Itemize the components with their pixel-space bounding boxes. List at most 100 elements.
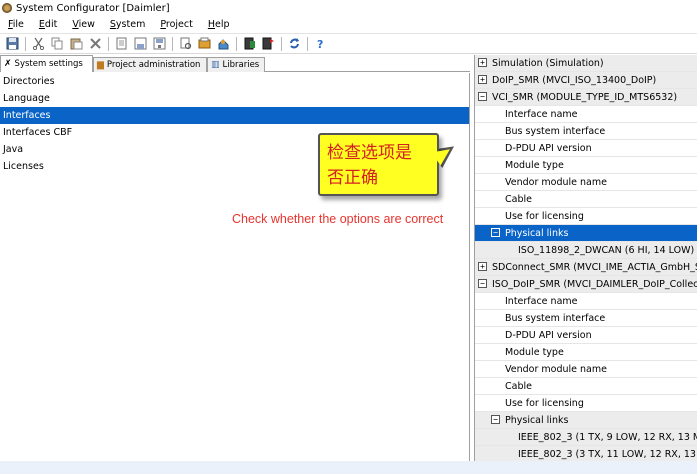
collapse-icon[interactable]: −	[478, 279, 487, 288]
toolbar-separator	[281, 36, 282, 51]
window-title: System Configurator [Daimler]	[16, 2, 170, 14]
menu-label-rest: roject	[165, 18, 193, 30]
tree-row-label: Module type	[505, 347, 564, 358]
callout-box: 检查选项是 否正确	[318, 133, 439, 196]
svg-text:?: ?	[317, 38, 323, 50]
callout-line-2: 否正确	[327, 168, 378, 188]
tree-prop-row[interactable]: Use for licensing	[475, 395, 697, 412]
tree-row-label: Cable	[505, 194, 532, 205]
menu-project[interactable]: Project	[152, 19, 200, 30]
tree-row-label: Use for licensing	[505, 398, 584, 409]
tree-prop-row[interactable]: Module type	[475, 157, 697, 174]
toolbar-separator	[236, 36, 237, 51]
tree-group-row[interactable]: + Simulation (Simulation)	[475, 55, 697, 72]
menu-label-rest: elp	[215, 18, 230, 30]
paste-icon[interactable]	[68, 36, 84, 52]
new-document-icon[interactable]	[113, 36, 129, 52]
collapse-icon[interactable]: −	[491, 228, 500, 237]
tree-row-label: Use for licensing	[505, 211, 584, 222]
tree-prop-row[interactable]: Interface name	[475, 293, 697, 310]
import-icon[interactable]	[215, 36, 231, 52]
tree-row-label: IEEE_802_3 (3 TX, 11 LOW, 12 RX, 13 MIN)	[518, 449, 697, 460]
tree-row-label: ISO_DoIP_SMR (MVCI_DAIMLER_DoIP_Collecti…	[492, 279, 697, 290]
export-icon[interactable]	[196, 36, 212, 52]
app-gear-icon	[2, 3, 12, 13]
system-settings-list: Directories Language Interfaces Interfaces …	[0, 73, 470, 461]
title-bar: System Configurator [Daimler]	[0, 0, 697, 16]
briefcase-icon: ▆	[97, 60, 104, 70]
tree-value-row[interactable]: IEEE_802_3 (1 TX, 9 LOW, 12 RX, 13 MIN)	[475, 429, 697, 446]
tree-row-label: Vendor module name	[505, 177, 607, 188]
toolbar-separator	[25, 36, 26, 51]
tree-prop-row[interactable]: Bus system interface	[475, 123, 697, 140]
tree-row-label: D-PDU API version	[505, 143, 592, 154]
tree-group-row[interactable]: + SDConnect_SMR (MVCI_IME_ACTIA_GmbH_SDCo…	[475, 259, 697, 276]
tree-group-row[interactable]: −ISO_DoIP_SMR (MVCI_DAIMLER_DoIP_Collect…	[475, 276, 697, 293]
copy-icon[interactable]	[49, 36, 65, 52]
tree-row-label: Interface name	[505, 109, 578, 120]
tree-group-row[interactable]: + DoIP_SMR (MVCI_ISO_13400_DoIP)	[475, 72, 697, 89]
tree-prop-row[interactable]: Bus system interface	[475, 310, 697, 327]
tree-row-label: Physical links	[505, 415, 569, 426]
tab-system-settings[interactable]: ✗ System settings	[0, 55, 93, 72]
tree-row-label: ISO_11898_2_DWCAN (6 HI, 14 LOW)	[518, 245, 695, 256]
settings-item-language[interactable]: Language	[0, 90, 469, 107]
menu-help[interactable]: Help	[200, 19, 237, 30]
interfaces-tree: + Simulation (Simulation) + DoIP_SMR (MVCI_…	[474, 55, 697, 461]
tab-project-administration[interactable]: ▆ Project administration	[93, 57, 207, 72]
toolbar: ?	[0, 33, 697, 54]
tree-prop-row[interactable]: Module type	[475, 344, 697, 361]
tree-prop-row[interactable]: D-PDU API version	[475, 140, 697, 157]
callout-line-1: 检查选项是	[327, 143, 412, 163]
tree-prop-row[interactable]: Cable	[475, 378, 697, 395]
tree-prop-row[interactable]: Vendor module name	[475, 174, 697, 191]
tree-row-label: SDConnect_SMR (MVCI_IME_ACTIA_GmbH_SDCon…	[492, 262, 697, 273]
settings-item-directories[interactable]: Directories	[0, 73, 469, 90]
menu-system[interactable]: System	[102, 19, 152, 30]
tree-subgroup-row[interactable]: − Physical links	[475, 412, 697, 429]
red-flag-icon[interactable]	[260, 36, 276, 52]
tree-prop-row[interactable]: Use for licensing	[475, 208, 697, 225]
tree-value-row[interactable]: IEEE_802_3 (3 TX, 11 LOW, 12 RX, 13 MIN)	[475, 446, 697, 461]
expand-icon[interactable]: +	[478, 58, 487, 67]
cut-icon[interactable]	[30, 36, 46, 52]
collapse-icon[interactable]: −	[491, 415, 500, 424]
expand-icon[interactable]: +	[478, 262, 487, 271]
menu-file[interactable]: File	[0, 19, 31, 30]
save-document-icon[interactable]	[132, 36, 148, 52]
tree-group-row[interactable]: − VCI_SMR (MODULE_TYPE_ID_MTS6532)	[475, 89, 697, 106]
refresh-icon[interactable]	[286, 36, 302, 52]
menu-label-rest: ystem	[115, 18, 146, 30]
tree-prop-row[interactable]: Vendor module name	[475, 361, 697, 378]
menu-label-rest: ile	[12, 18, 24, 30]
help-icon[interactable]: ?	[312, 36, 328, 52]
books-icon: ▥	[211, 60, 220, 70]
wrench-icon: ✗	[4, 59, 12, 69]
menu-label-rest: dit	[44, 18, 58, 30]
delete-icon[interactable]	[87, 36, 103, 52]
tree-prop-row[interactable]: Cable	[475, 191, 697, 208]
save-icon[interactable]	[4, 36, 20, 52]
tab-libraries[interactable]: ▥ Libraries	[207, 57, 265, 72]
menu-edit[interactable]: Edit	[31, 19, 64, 30]
tab-label: Project administration	[106, 60, 201, 70]
tree-row-label: IEEE_802_3 (1 TX, 9 LOW, 12 RX, 13 MIN)	[518, 432, 697, 443]
tree-prop-row[interactable]: D-PDU API version	[475, 327, 697, 344]
expand-icon[interactable]: +	[478, 75, 487, 84]
print-preview-icon[interactable]	[177, 36, 193, 52]
save-as-icon[interactable]	[151, 36, 167, 52]
copy-config-icon[interactable]	[241, 36, 257, 52]
collapse-icon[interactable]: −	[478, 92, 487, 101]
tree-row-label: Bus system interface	[505, 313, 606, 324]
status-bar	[0, 461, 697, 474]
tree-value-row[interactable]: ISO_11898_2_DWCAN (6 HI, 14 LOW)	[475, 242, 697, 259]
tab-label: Libraries	[222, 60, 260, 70]
tree-row-label: Cable	[505, 381, 532, 392]
settings-item-interfaces[interactable]: Interfaces	[0, 107, 469, 124]
tree-prop-row[interactable]: Interface name	[475, 106, 697, 123]
menu-bar: File Edit View System Project Help	[0, 16, 697, 32]
menu-view[interactable]: View	[64, 19, 102, 30]
tree-subgroup-row[interactable]: − Physical links	[475, 225, 697, 242]
tree-row-label: Bus system interface	[505, 126, 606, 137]
tree-row-label: D-PDU API version	[505, 330, 592, 341]
